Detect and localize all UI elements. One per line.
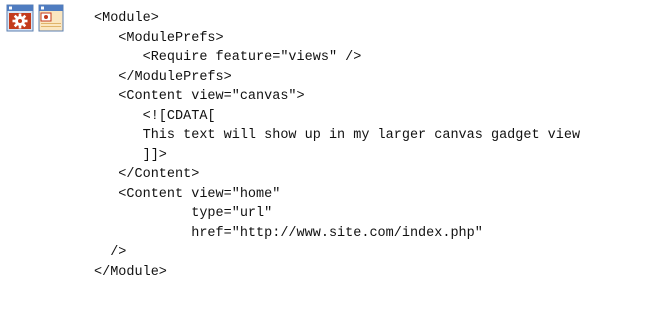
code-line: type="url" (94, 206, 273, 221)
view-icons (6, 4, 64, 32)
code-line: ]]> (94, 147, 167, 163)
code-line: <Content view="home" (94, 186, 281, 202)
code-line: <ModulePrefs> (94, 30, 224, 46)
code-line: /> (94, 245, 127, 260)
code-line: href="http://www.site.com/index.php" (94, 225, 483, 241)
code-line: <Content view="canvas"> (94, 89, 305, 104)
canvas-window-icon (38, 4, 64, 32)
code-line: <Module> (94, 11, 159, 26)
code-line: This text will show up in my larger canv… (94, 128, 581, 143)
code-line: </Module> (94, 264, 167, 280)
code-listing: <Module> <ModulePrefs> <Require feature=… (94, 9, 580, 282)
code-line: <Require feature="views" /> (94, 50, 362, 65)
code-line: </ModulePrefs> (94, 69, 232, 85)
gear-window-icon (6, 4, 34, 32)
code-line: <![CDATA[ (94, 108, 216, 124)
code-line: </Content> (94, 167, 200, 182)
